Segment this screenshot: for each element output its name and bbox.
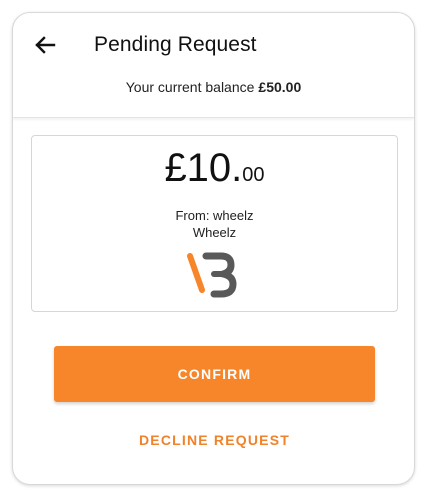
pending-request-screen: Pending Request Your current balance £50.… (12, 12, 415, 485)
amount-major: £10. (164, 146, 243, 190)
balance-value: £50.00 (258, 79, 302, 95)
header: Pending Request Your current balance £50.… (13, 13, 414, 118)
wheelz-logo (187, 252, 237, 298)
from-label: From: wheelz (175, 208, 254, 223)
request-amount: £10.00 (32, 146, 397, 191)
request-card: £10.00 From: wheelz Wheelz (31, 135, 398, 312)
back-button[interactable] (31, 31, 59, 59)
page-title: Pending Request (94, 33, 257, 56)
balance-label: Your current balance (125, 79, 255, 95)
decline-request-button[interactable]: DECLINE REQUEST (54, 425, 375, 455)
amount-minor: 00 (242, 164, 265, 186)
balance-line: Your current balance £50.00 (13, 79, 414, 95)
arrow-left-icon (35, 36, 56, 54)
requester-name: Wheelz (192, 225, 237, 240)
confirm-button[interactable]: CONFIRM (54, 346, 375, 402)
